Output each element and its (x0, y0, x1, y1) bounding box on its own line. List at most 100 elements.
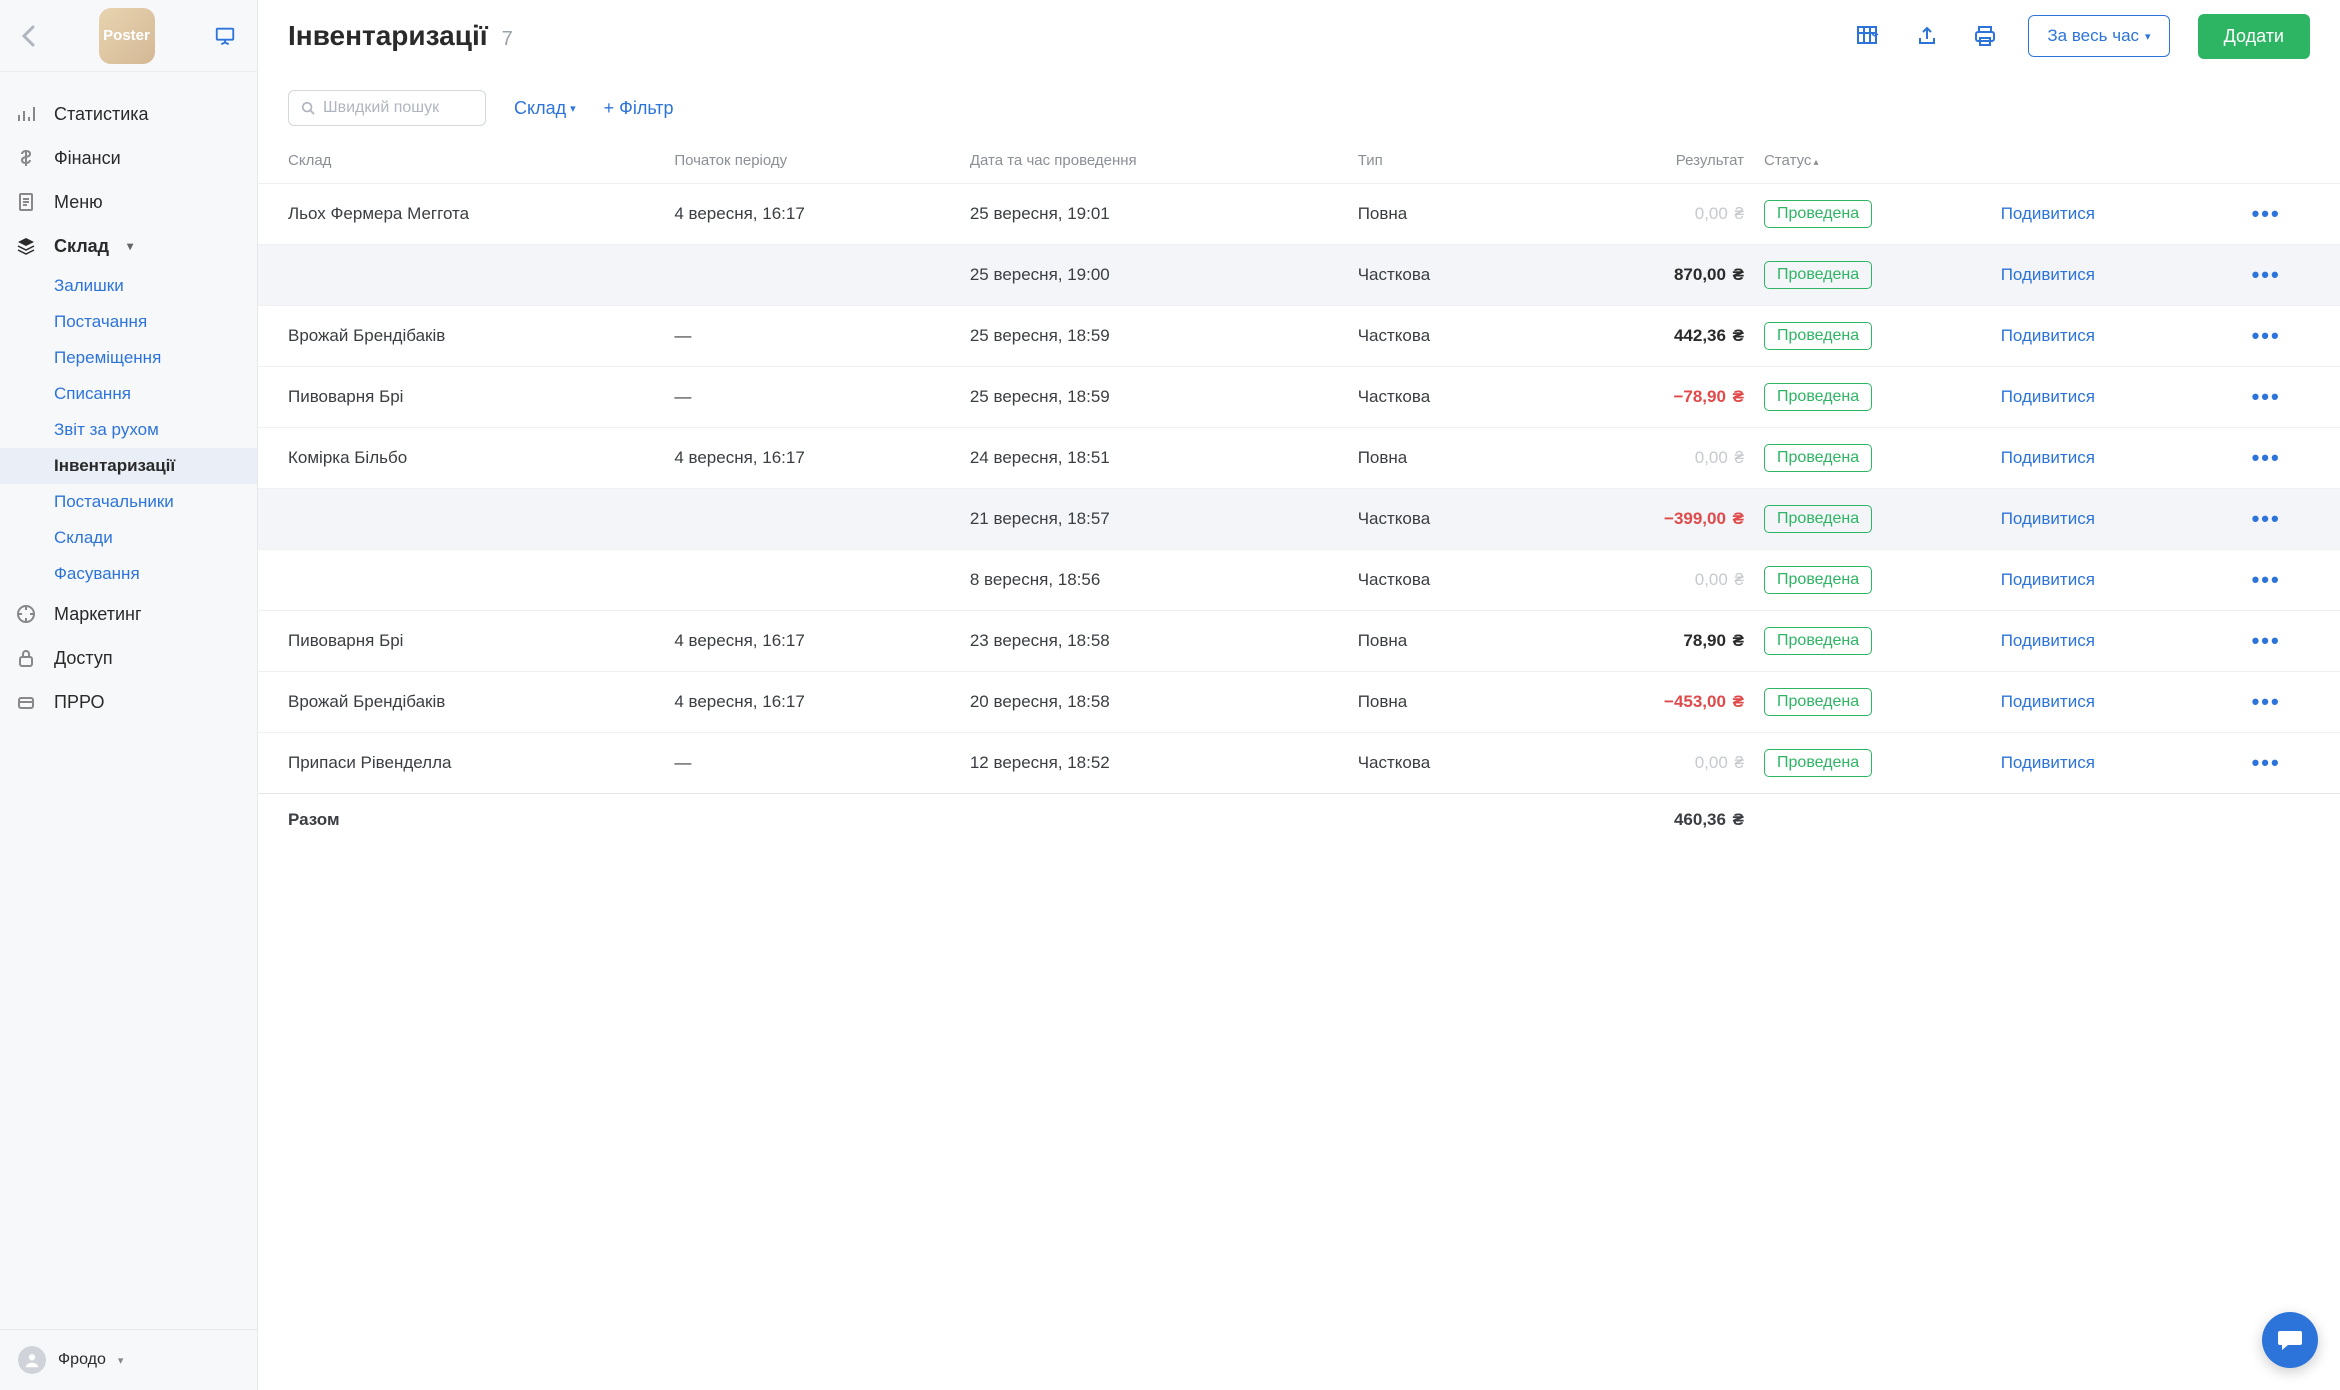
cell-storage: Комірка Більбо (258, 428, 664, 489)
cell-storage: Пивоварня Брі (258, 611, 664, 672)
cell-result: 0,00 ₴ (1551, 550, 1754, 611)
sort-asc-icon: ▴ (1813, 157, 1818, 168)
table-row[interactable]: 21 вересня, 18:57Часткова−399,00 ₴Провед… (258, 489, 2340, 550)
view-link[interactable]: Подивитися (2001, 448, 2095, 467)
chevron-down-icon: ▾ (127, 239, 133, 253)
add-button[interactable]: Додати (2198, 14, 2310, 59)
sidebar-nav: Статистика Фінанси Меню Склад ▾ Залишки … (0, 72, 257, 1329)
view-link[interactable]: Подивитися (2001, 631, 2095, 650)
total-value: 460,36 ₴ (1551, 794, 1754, 847)
search-input[interactable] (323, 99, 473, 117)
view-link[interactable]: Подивитися (2001, 753, 2095, 772)
cell-conducted: 23 вересня, 18:58 (960, 611, 1348, 672)
row-menu-button[interactable]: ••• (2212, 672, 2340, 733)
view-link[interactable]: Подивитися (2001, 387, 2095, 406)
subnav-item-inventory[interactable]: Інвентаризації (0, 448, 257, 484)
columns-button[interactable] (1854, 21, 1884, 51)
cell-status: Проведена (1754, 367, 1991, 428)
document-icon (14, 190, 38, 214)
table-row[interactable]: 25 вересня, 19:00Часткова870,00 ₴Проведе… (258, 245, 2340, 306)
status-badge: Проведена (1764, 566, 1872, 594)
table-row[interactable]: Врожай Брендібаків—25 вересня, 18:59Част… (258, 306, 2340, 367)
col-period-start[interactable]: Початок періоду (664, 136, 960, 184)
subnav-item-suppliers[interactable]: Постачальники (54, 484, 257, 520)
dollar-icon (14, 146, 38, 170)
row-menu-button[interactable]: ••• (2212, 428, 2340, 489)
row-menu-button[interactable]: ••• (2212, 489, 2340, 550)
storage-filter[interactable]: Склад ▾ (514, 98, 576, 119)
table-row[interactable]: 8 вересня, 18:56Часткова0,00 ₴ПроведенаП… (258, 550, 2340, 611)
view-link[interactable]: Подивитися (2001, 570, 2095, 589)
cell-status: Проведена (1754, 428, 1991, 489)
table-row[interactable]: Припаси Рівенделла—12 вересня, 18:52Част… (258, 733, 2340, 794)
subnav-item-packing[interactable]: Фасування (54, 556, 257, 592)
table-row[interactable]: Пивоварня Брі4 вересня, 16:1723 вересня,… (258, 611, 2340, 672)
user-name: Фродо (58, 1351, 106, 1369)
view-link[interactable]: Подивитися (2001, 265, 2095, 284)
add-filter-button[interactable]: + Фільтр (604, 98, 674, 119)
logo[interactable]: Poster (99, 8, 155, 64)
cell-start: 4 вересня, 16:17 (664, 672, 960, 733)
presentation-mode-button[interactable] (211, 22, 239, 50)
subnav-item-movement[interactable]: Звіт за рухом (54, 412, 257, 448)
cell-conducted: 25 вересня, 18:59 (960, 367, 1348, 428)
cell-status: Проведена (1754, 733, 1991, 794)
sidebar-item-label: Меню (54, 192, 103, 213)
total-row: Разом460,36 ₴ (258, 794, 2340, 847)
cell-conducted: 25 вересня, 19:00 (960, 245, 1348, 306)
table-row[interactable]: Льох Фермера Меггота4 вересня, 16:1725 в… (258, 184, 2340, 245)
view-link[interactable]: Подивитися (2001, 326, 2095, 345)
row-menu-button[interactable]: ••• (2212, 611, 2340, 672)
row-menu-button[interactable]: ••• (2212, 550, 2340, 611)
print-button[interactable] (1970, 21, 2000, 51)
table-row[interactable]: Врожай Брендібаків4 вересня, 16:1720 вер… (258, 672, 2340, 733)
cell-storage (258, 245, 664, 306)
cell-start: — (664, 306, 960, 367)
col-type[interactable]: Тип (1348, 136, 1551, 184)
search-icon (301, 100, 315, 116)
cell-type: Повна (1348, 672, 1551, 733)
row-menu-button[interactable]: ••• (2212, 306, 2340, 367)
subnav-item-storages[interactable]: Склади (54, 520, 257, 556)
user-icon (23, 1351, 41, 1369)
row-menu-button[interactable]: ••• (2212, 733, 2340, 794)
sidebar-item-access[interactable]: Доступ (0, 636, 257, 680)
row-menu-button[interactable]: ••• (2212, 367, 2340, 428)
sidebar-item-label: Фінанси (54, 148, 121, 169)
sidebar-item-finance[interactable]: Фінанси (0, 136, 257, 180)
sidebar-item-menu[interactable]: Меню (0, 180, 257, 224)
sidebar-item-storage[interactable]: Склад ▾ (0, 224, 257, 268)
subnav-item-remains[interactable]: Залишки (54, 268, 257, 304)
row-menu-button[interactable]: ••• (2212, 245, 2340, 306)
search-box[interactable] (288, 90, 486, 126)
row-menu-button[interactable]: ••• (2212, 184, 2340, 245)
cell-storage: Льох Фермера Меггота (258, 184, 664, 245)
back-button[interactable] (14, 22, 42, 50)
page-title: Інвентаризації (288, 20, 488, 52)
view-link[interactable]: Подивитися (2001, 204, 2095, 223)
chat-button[interactable] (2262, 1312, 2318, 1368)
cell-view: Подивитися (1991, 672, 2213, 733)
cell-view: Подивитися (1991, 184, 2213, 245)
col-status[interactable]: Статус▴ (1754, 136, 1991, 184)
view-link[interactable]: Подивитися (2001, 509, 2095, 528)
chat-icon (2276, 1327, 2304, 1353)
sidebar-user[interactable]: Фродо ▾ (0, 1329, 257, 1390)
sidebar-item-statistics[interactable]: Статистика (0, 92, 257, 136)
view-link[interactable]: Подивитися (2001, 692, 2095, 711)
subnav-item-transfer[interactable]: Переміщення (54, 340, 257, 376)
table-row[interactable]: Комірка Більбо4 вересня, 16:1724 вересня… (258, 428, 2340, 489)
print-icon (1973, 25, 1997, 47)
subnav-item-writeoff[interactable]: Списання (54, 376, 257, 412)
col-result[interactable]: Результат (1551, 136, 1754, 184)
period-button[interactable]: За весь час ▾ (2028, 15, 2169, 57)
sidebar-item-prro[interactable]: ПРРО (0, 680, 257, 724)
export-button[interactable] (1912, 21, 1942, 51)
subnav-item-supply[interactable]: Постачання (54, 304, 257, 340)
col-conducted[interactable]: Дата та час проведення (960, 136, 1348, 184)
chevron-down-icon: ▾ (118, 1354, 124, 1367)
cell-start (664, 550, 960, 611)
sidebar-item-marketing[interactable]: Маркетинг (0, 592, 257, 636)
table-row[interactable]: Пивоварня Брі—25 вересня, 18:59Часткова−… (258, 367, 2340, 428)
col-storage[interactable]: Склад (258, 136, 664, 184)
